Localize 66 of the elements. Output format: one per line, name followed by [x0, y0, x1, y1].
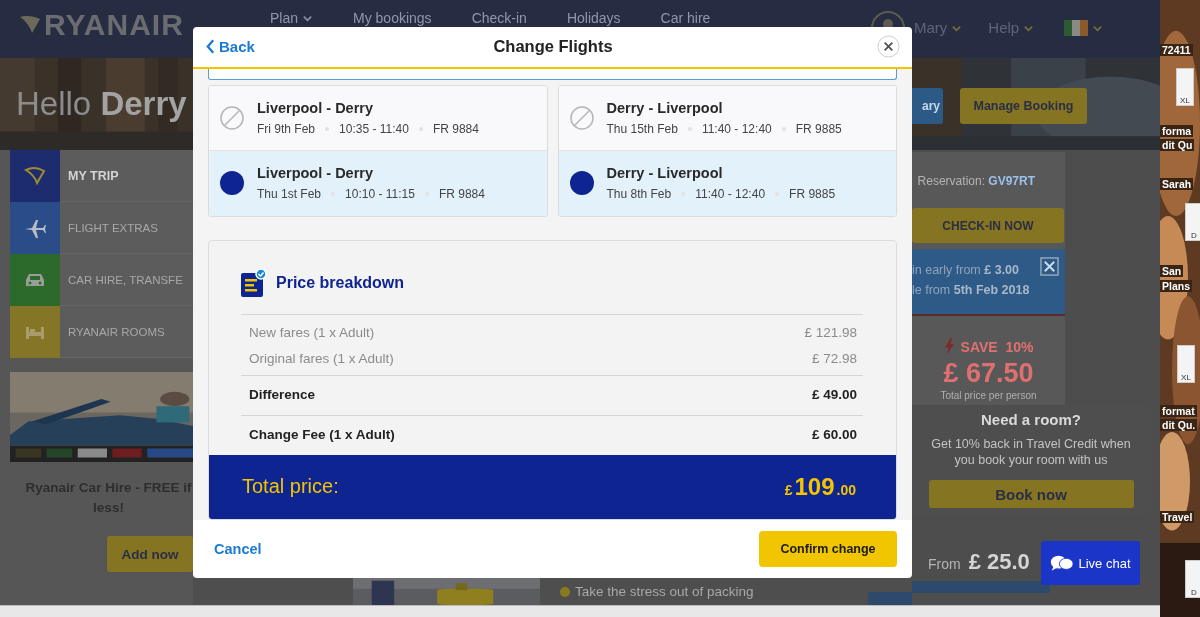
route: Derry - Liverpool	[606, 165, 724, 182]
flight-number: FR 9885	[789, 187, 836, 202]
back-link[interactable]: Back	[206, 38, 286, 56]
fare-amount: £ 121.98	[804, 323, 857, 342]
offer-price: £ 25.0	[968, 549, 1030, 575]
room-text: Get 10% back in Travel Credit when you book your room with us	[930, 436, 1132, 468]
total-amount: 109	[794, 472, 835, 501]
tooltip-text: in early from £ 3.00	[912, 263, 1020, 277]
sidebar-item[interactable]: MY TRIP	[60, 150, 193, 202]
total-currency: £	[784, 481, 793, 498]
flight-date: Fri 9th Feb	[257, 121, 316, 136]
price: £ 67.50	[943, 358, 1034, 389]
flight-time: 10:35 - 11:40	[339, 121, 409, 136]
language-menu[interactable]	[1064, 20, 1104, 36]
feature-text: Take the stress out of packing	[575, 584, 754, 599]
flight-option[interactable]: Liverpool - Derry Fri 9th Feb 10:35 - 11:40 FR 9884	[209, 85, 547, 151]
flight-time: 11:40 - 12:40	[701, 121, 772, 136]
confirm-button[interactable]: Confirm change	[759, 530, 897, 567]
chevron-left-icon	[206, 39, 215, 55]
flight-time: 10:10 - 11:15	[345, 187, 415, 202]
fare-label: New fares (1 x Adult)	[249, 323, 375, 342]
flight-option[interactable]: Derry - Liverpool Thu 8th Feb 11:40 - 12:40 FR 9885	[558, 150, 896, 216]
total-label: Total price:	[242, 475, 339, 499]
fare-amount: £ 60.00	[811, 425, 857, 444]
reservation-text: Reservation: GV97RT	[917, 174, 1036, 188]
room-title: Need a room?	[981, 411, 1081, 428]
flight-option[interactable]: Liverpool - Derry Thu 1st Feb 10:10 - 11:15 FR 9884	[209, 150, 547, 216]
greeting: Hello Derry	[15, 85, 187, 123]
price-note: Total price per person	[940, 390, 1037, 401]
flight-number: FR 9884	[438, 187, 485, 202]
section-title: Price breakdown	[276, 274, 405, 293]
check-dot-icon	[560, 586, 570, 597]
route: Liverpool - Derry	[257, 165, 375, 182]
route: Derry - Liverpool	[606, 99, 724, 116]
fare-label: Change Fee (1 x Adult)	[249, 425, 395, 444]
nav-link[interactable]: Check-in	[471, 10, 527, 26]
cancel-link[interactable]: Cancel	[214, 540, 262, 557]
lightning-icon	[943, 338, 955, 355]
fare-label: Original fares (1 x Adult)	[249, 349, 394, 368]
flag-icon	[1064, 20, 1089, 36]
from-label: From	[928, 556, 961, 572]
discount-label: SAVE 10%	[960, 338, 1034, 355]
chat-bubbles-icon	[1050, 554, 1075, 572]
flight-date: Thu 15th Feb	[606, 121, 678, 136]
route: Liverpool - Derry	[257, 99, 375, 116]
flight-number: FR 9885	[795, 121, 842, 136]
nav-link[interactable]: Car hire	[660, 10, 711, 26]
fare-label: Difference	[249, 385, 316, 404]
close-icon[interactable]	[1040, 257, 1059, 276]
tooltip-text: le from 5th Feb 2018	[912, 283, 1030, 297]
dialog-title: Change Flights	[493, 37, 613, 57]
itinerary-button[interactable]: ary	[912, 88, 943, 124]
flight-date: Thu 1st Feb	[257, 187, 322, 202]
fare-amount: £ 49.00	[811, 385, 857, 404]
document-check-icon	[240, 268, 266, 299]
nav-link[interactable]: Plan	[270, 10, 314, 26]
nav-link[interactable]: Holidays	[566, 10, 621, 26]
flight-date: Thu 8th Feb	[606, 187, 672, 202]
flight-number: FR 9884	[432, 121, 479, 136]
fare-amount: £ 72.98	[811, 349, 857, 368]
flight-option[interactable]: Derry - Liverpool Thu 15th Feb 11:40 - 12:40 FR 9885	[558, 85, 896, 151]
close-icon[interactable]	[877, 35, 900, 59]
nav-link[interactable]: My bookings	[353, 10, 432, 26]
total-decimals: .00	[836, 481, 856, 498]
flight-time: 11:40 - 12:40	[695, 187, 766, 202]
live-chat-button[interactable]: Live chat	[1041, 541, 1140, 585]
